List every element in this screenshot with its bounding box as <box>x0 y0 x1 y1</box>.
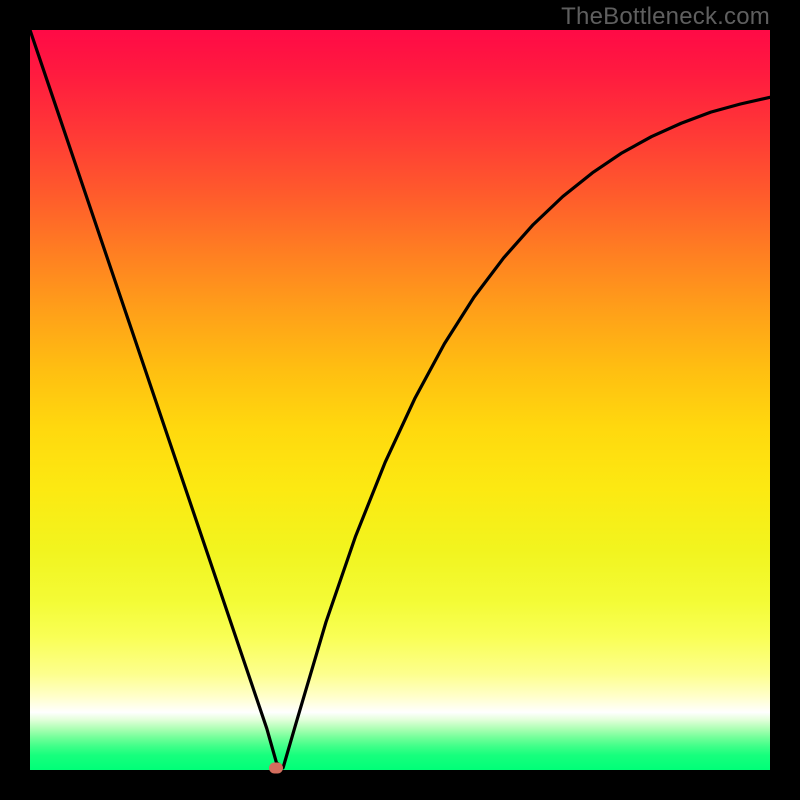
chart-frame: TheBottleneck.com <box>0 0 800 800</box>
brand-watermark: TheBottleneck.com <box>561 3 770 31</box>
min-point-marker <box>269 762 283 773</box>
bottleneck-curve <box>30 30 770 770</box>
plot-area <box>30 30 770 770</box>
